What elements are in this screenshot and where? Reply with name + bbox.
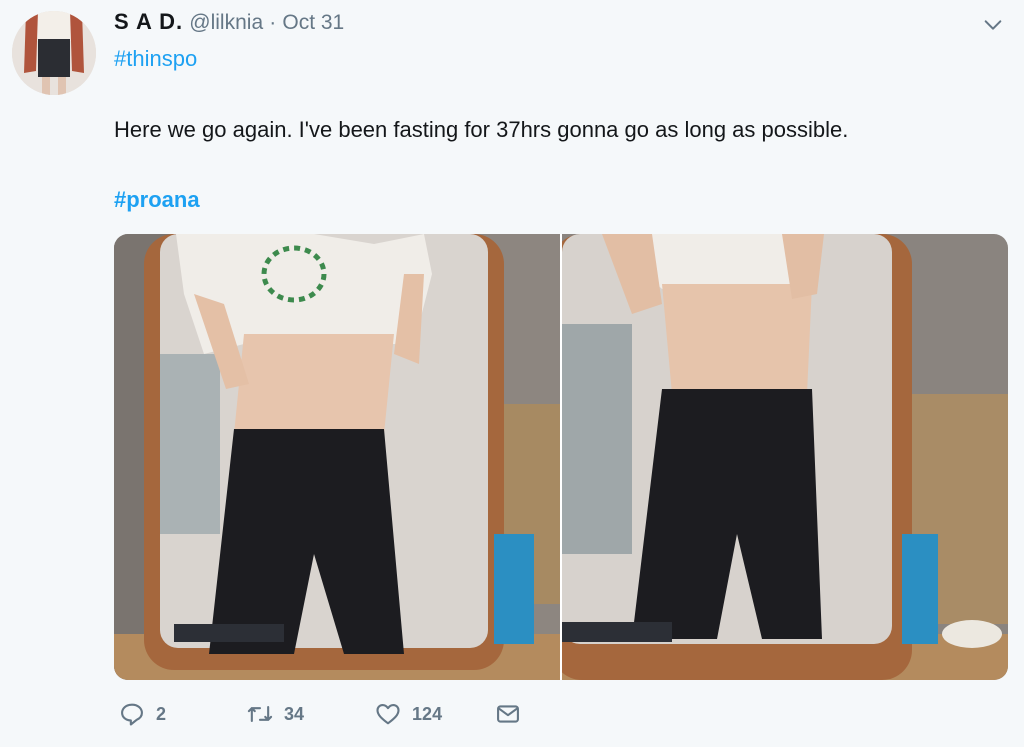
reply-icon	[121, 703, 143, 726]
tweet-text: Here we go again. I've been fasting for …	[114, 117, 849, 142]
like-button[interactable]: 124	[374, 700, 442, 728]
avatar[interactable]	[12, 11, 96, 95]
photo-right[interactable]	[562, 234, 1008, 680]
direct-message-button[interactable]	[494, 700, 522, 728]
envelope-icon	[497, 705, 520, 723]
avatar-image	[12, 11, 96, 95]
tweet-date[interactable]: Oct 31	[282, 11, 344, 34]
reply-button[interactable]: 2	[118, 700, 166, 728]
author-handle[interactable]: @lilknia	[189, 11, 263, 34]
tweet-header: S A D. @lilknia · Oct 31	[114, 9, 344, 35]
reply-count: 2	[156, 703, 167, 724]
hashtag-link-proana[interactable]: #proana	[114, 187, 200, 213]
retweet-count: 34	[284, 703, 305, 724]
retweet-button[interactable]: 34	[246, 700, 304, 728]
author-name[interactable]: S A D.	[114, 9, 183, 34]
like-count: 124	[412, 703, 443, 724]
hashtag-link-thinspo[interactable]: #thinspo	[114, 46, 197, 72]
chevron-down-icon[interactable]	[982, 14, 1004, 36]
tweet-media	[114, 234, 1008, 680]
retweet-icon	[247, 705, 273, 723]
photo-left[interactable]	[114, 234, 560, 680]
tweet-actions: 2 34 124	[114, 700, 522, 728]
heart-icon	[376, 703, 400, 725]
separator-dot: ·	[269, 11, 277, 34]
